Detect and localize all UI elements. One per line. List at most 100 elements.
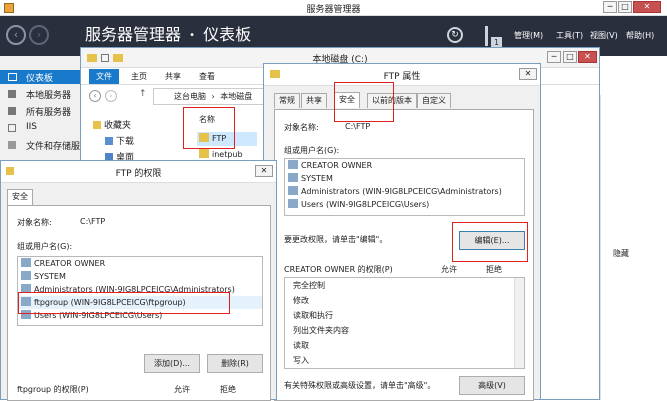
sidebar-item-local-server[interactable]: 本地服务器 bbox=[0, 87, 85, 101]
nav-back-button[interactable]: ‹ bbox=[89, 90, 101, 102]
sidebar-item-iis[interactable]: IIS bbox=[0, 121, 85, 135]
maximize-button[interactable]: □ bbox=[618, 1, 632, 13]
list-item[interactable]: CREATOR OWNER bbox=[285, 159, 524, 172]
address-separator: › bbox=[211, 92, 215, 101]
window-controls: ─ □ ✕ bbox=[603, 1, 663, 14]
deny-column-label: 拒绝 bbox=[486, 265, 502, 274]
menu-help[interactable]: 帮助(H) bbox=[626, 30, 654, 41]
download-icon bbox=[105, 137, 113, 145]
sidebar-item-label: 仪表板 bbox=[26, 74, 54, 84]
tab-view[interactable]: 查看 bbox=[199, 71, 215, 82]
user-group-icon bbox=[21, 258, 31, 267]
back-button[interactable]: ‹ bbox=[6, 25, 26, 45]
permission-modify: 修改 bbox=[293, 296, 309, 305]
flag-icon[interactable] bbox=[485, 26, 488, 46]
explorer-minimize-button[interactable]: ─ bbox=[547, 51, 561, 63]
user-name: Users (WIN-9IG8LPCEICG\Users) bbox=[301, 200, 430, 209]
tree-label: 收藏夹 bbox=[104, 121, 132, 131]
user-group-icon bbox=[21, 271, 31, 280]
tab-file[interactable]: 文件 bbox=[89, 69, 119, 84]
sidebar-item-label: 文件和存储服 bbox=[26, 142, 81, 152]
address-this-pc[interactable]: 这台电脑 bbox=[174, 92, 206, 101]
hide-link[interactable]: 隐藏 bbox=[613, 248, 629, 259]
star-icon bbox=[93, 121, 101, 129]
perm-tabs: 安全 bbox=[7, 189, 267, 206]
object-name-value: C:\FTP bbox=[80, 217, 106, 226]
properties-title: FTP 属性 bbox=[383, 72, 421, 82]
sidebar-item-label: 本地服务器 bbox=[26, 91, 72, 101]
nav-forward-button[interactable]: › bbox=[105, 90, 117, 102]
address-local-disk[interactable]: 本地磁盘 bbox=[220, 92, 252, 101]
list-item[interactable]: SYSTEM bbox=[285, 172, 524, 185]
explorer-maximize-button[interactable]: □ bbox=[563, 51, 577, 63]
special-permissions-hint: 有关特殊权限或高级设置，请单击"高级"。 bbox=[284, 381, 436, 390]
user-name: Administrators (WIN-9IG8LPCEICG\Administ… bbox=[301, 187, 502, 196]
permission-scrollbar[interactable] bbox=[514, 278, 524, 368]
sidebar-item-label: 所有服务器 bbox=[26, 108, 72, 118]
menu-tools[interactable]: 工具(T) bbox=[556, 30, 583, 41]
tab-share[interactable]: 共享 bbox=[165, 71, 181, 82]
user-name: CREATOR OWNER bbox=[34, 259, 106, 268]
tab-security[interactable]: 安全 bbox=[7, 189, 33, 205]
permissions-titlebar: FTP 的权限 ✕ bbox=[1, 161, 276, 183]
servers-icon bbox=[8, 107, 16, 115]
minimize-button[interactable]: ─ bbox=[603, 1, 617, 13]
dashboard-icon bbox=[8, 73, 17, 81]
tree-label: 下载 bbox=[116, 137, 135, 147]
list-item[interactable]: CREATOR OWNER bbox=[18, 257, 262, 270]
nav-up-button[interactable]: ↑ bbox=[139, 89, 147, 99]
breadcrumb: 服务器管理器 • 仪表板 bbox=[85, 25, 251, 46]
tab-home[interactable]: 主页 bbox=[131, 71, 147, 82]
group-label: 组或用户名(G): bbox=[284, 146, 340, 155]
object-name-value: C:\FTP bbox=[345, 122, 371, 131]
refresh-icon[interactable]: ↻ bbox=[447, 27, 463, 43]
sidebar-item-dashboard[interactable]: 仪表板 bbox=[0, 70, 85, 84]
properties-titlebar: FTP 属性 ✕ bbox=[264, 64, 540, 86]
close-button[interactable]: ✕ bbox=[633, 1, 661, 13]
user-group-icon bbox=[288, 186, 298, 195]
permission-list: 完全控制 修改 读取和执行 列出文件夹内容 读取 写入 bbox=[284, 277, 525, 369]
user-list: CREATOR OWNER SYSTEM Administrators (WIN… bbox=[284, 158, 525, 216]
list-item[interactable]: Administrators (WIN-9IG8LPCEICG\Administ… bbox=[285, 185, 524, 198]
highlight-edit-button bbox=[452, 222, 528, 262]
breadcrumb-page: 仪表板 bbox=[203, 25, 252, 44]
permission-list-folder: 列出文件夹内容 bbox=[293, 326, 349, 335]
breadcrumb-separator: • bbox=[189, 30, 196, 41]
add-button[interactable]: 添加(D)... bbox=[144, 354, 200, 373]
tab-general[interactable]: 常规 bbox=[274, 93, 300, 108]
tab-sharing[interactable]: 共享 bbox=[301, 93, 327, 108]
iis-icon bbox=[8, 124, 16, 132]
properties-close-button[interactable]: ✕ bbox=[519, 68, 537, 80]
permissions-close-button[interactable]: ✕ bbox=[255, 165, 273, 177]
user-name: SYSTEM bbox=[301, 174, 333, 183]
tree-item-downloads[interactable]: 下载 bbox=[105, 134, 134, 147]
highlight-security-tab bbox=[334, 82, 394, 122]
sidebar-item-all-servers[interactable]: 所有服务器 bbox=[0, 104, 85, 118]
list-item[interactable]: SYSTEM bbox=[18, 270, 262, 283]
tab-customize[interactable]: 自定义 bbox=[417, 93, 451, 108]
folder-icon bbox=[199, 149, 209, 158]
ftp-permissions-dialog: FTP 的权限 ✕ 安全 对象名称: C:\FTP 组或用户名(G): CREA… bbox=[0, 160, 277, 401]
advanced-button[interactable]: 高级(V) bbox=[459, 376, 525, 395]
tree-item-favorites[interactable]: 收藏夹 bbox=[93, 118, 131, 131]
user-group-icon bbox=[288, 199, 298, 208]
change-permissions-hint: 要更改权限，请单击"编辑"。 bbox=[284, 235, 388, 244]
permissions-title: FTP 的权限 bbox=[115, 169, 162, 179]
menu-view[interactable]: 视图(V) bbox=[590, 30, 618, 41]
user-group-icon bbox=[288, 160, 298, 169]
deny-column-label: 拒绝 bbox=[220, 385, 236, 394]
server-manager-titlebar: 服务器管理器 ─ □ ✕ bbox=[0, 0, 667, 16]
dashboard-tile: 隐藏 bbox=[600, 95, 667, 400]
user-list: CREATOR OWNER SYSTEM Administrators (WIN… bbox=[17, 256, 263, 326]
breadcrumb-app[interactable]: 服务器管理器 bbox=[85, 25, 181, 44]
server-icon bbox=[8, 90, 16, 98]
list-item[interactable]: Users (WIN-9IG8LPCEICG\Users) bbox=[285, 198, 524, 211]
remove-button[interactable]: 删除(R) bbox=[207, 354, 263, 373]
menu-manage[interactable]: 管理(M) bbox=[514, 30, 543, 41]
forward-button[interactable]: › bbox=[29, 25, 49, 45]
server-manager-title: 服务器管理器 bbox=[306, 5, 361, 15]
sidebar-item-file-storage[interactable]: 文件和存储服 bbox=[0, 138, 85, 152]
user-group-icon bbox=[288, 173, 298, 182]
object-name-label: 对象名称: bbox=[17, 218, 52, 227]
explorer-close-button[interactable]: ✕ bbox=[578, 51, 597, 63]
